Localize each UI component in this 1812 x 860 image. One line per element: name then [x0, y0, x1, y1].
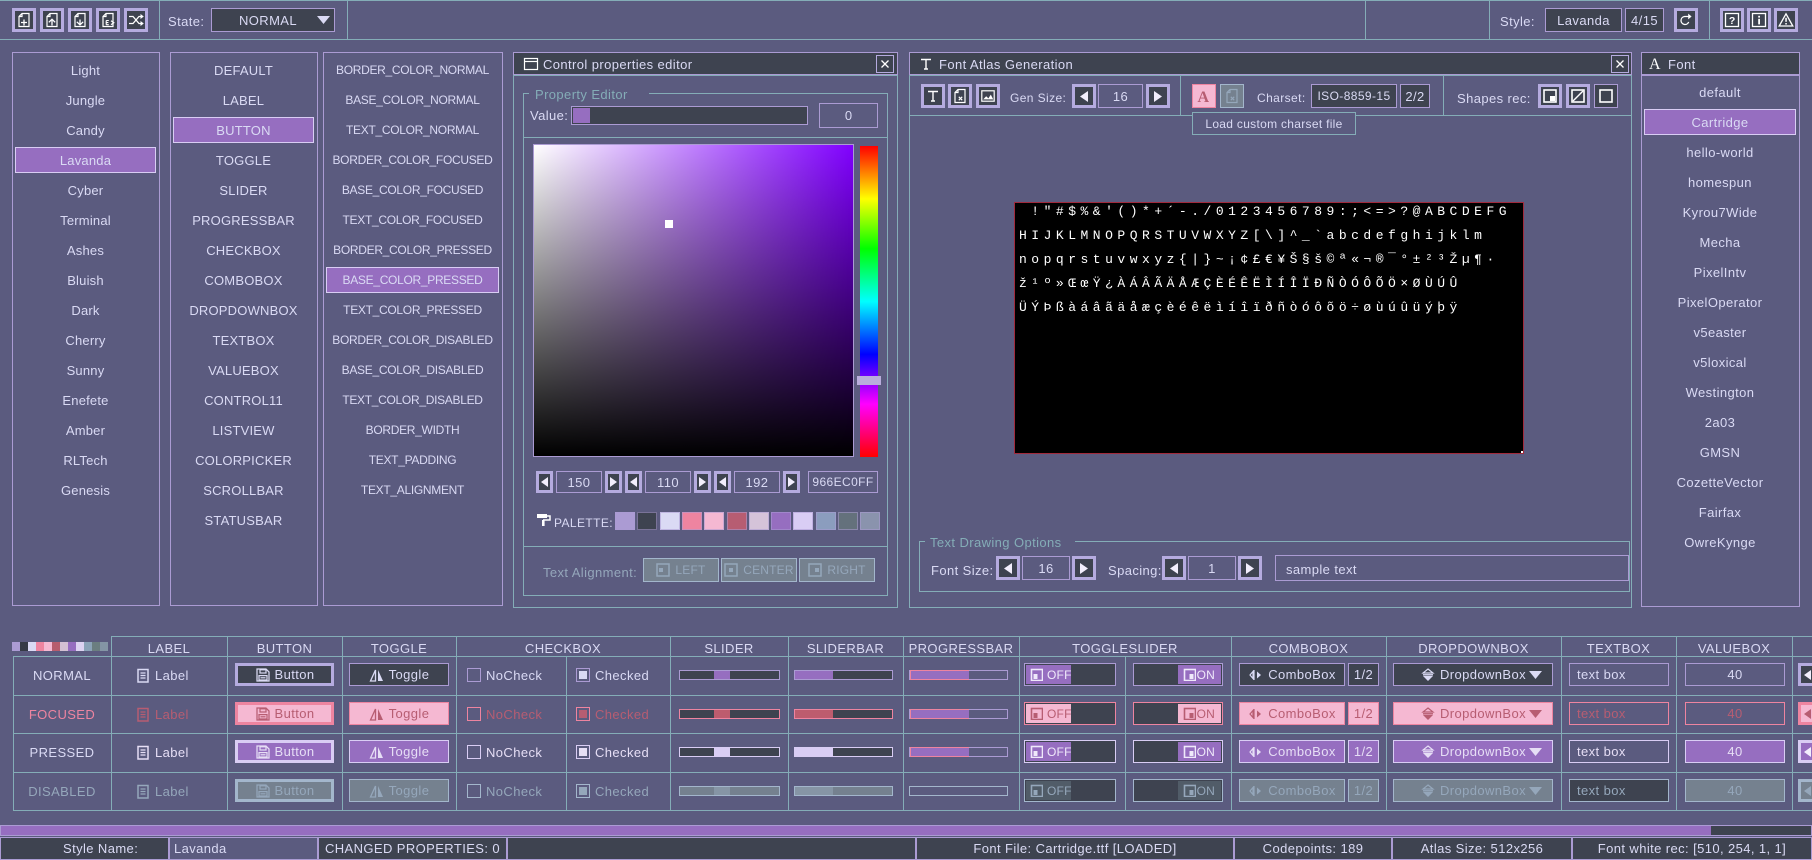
svg-text:A: A: [1649, 56, 1661, 72]
svg-text:?: ?: [1729, 15, 1735, 27]
svg-text:A: A: [1198, 89, 1210, 104]
